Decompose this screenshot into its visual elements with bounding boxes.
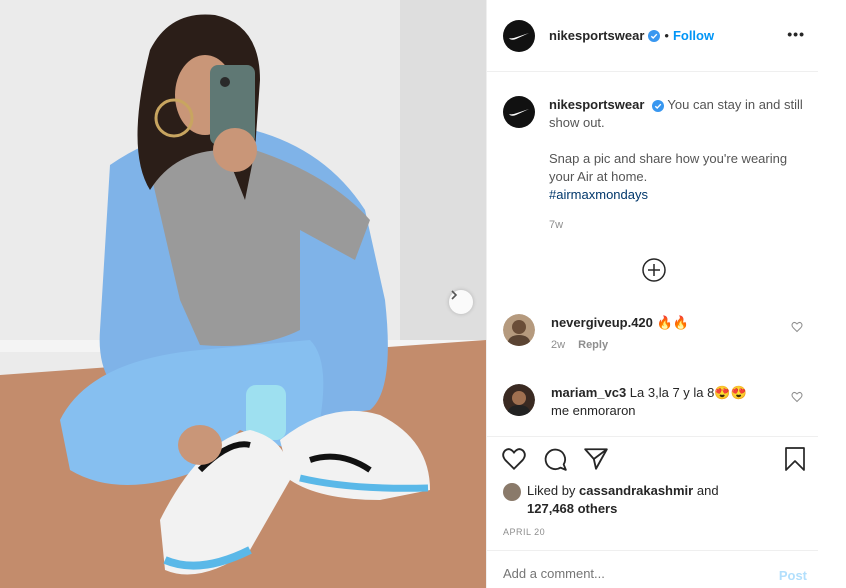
nike-logo-icon xyxy=(509,109,529,116)
likes-count[interactable]: 127,468 others xyxy=(527,501,617,516)
comment-icon[interactable] xyxy=(542,446,568,477)
post-date: APRIL 20 xyxy=(503,527,546,537)
load-more-comments-button[interactable] xyxy=(642,258,666,282)
add-circle-icon xyxy=(642,258,666,282)
comment-username[interactable]: mariam_vc3 xyxy=(551,385,626,400)
comment-avatar[interactable] xyxy=(503,314,535,346)
post-comment-button[interactable]: Post xyxy=(779,568,807,583)
account-username[interactable]: nikesportswear xyxy=(549,28,644,43)
more-options-icon[interactable]: ••• xyxy=(787,26,805,42)
caption-avatar[interactable] xyxy=(503,96,535,128)
bookmark-icon[interactable] xyxy=(783,446,807,477)
comment-username[interactable]: nevergiveup.420 xyxy=(551,315,653,330)
follow-button[interactable]: Follow xyxy=(673,28,714,43)
post-actions xyxy=(501,446,807,476)
likes-summary: Liked by cassandrakashmir and 127,468 ot… xyxy=(503,482,719,518)
comment-avatar[interactable] xyxy=(503,384,535,416)
share-icon[interactable] xyxy=(583,446,609,477)
like-comment-heart-icon[interactable] xyxy=(791,320,803,338)
hashtag-link[interactable]: #airmaxmondays xyxy=(549,186,803,204)
add-comment-input[interactable] xyxy=(503,566,743,581)
verified-badge-icon xyxy=(652,99,664,112)
comment-divider xyxy=(487,550,819,551)
reply-button[interactable]: Reply xyxy=(578,339,608,351)
comment-item: nevergiveup.420 🔥🔥 2w Reply xyxy=(503,314,803,354)
caption-age: 7w xyxy=(549,219,564,231)
post-details-panel: nikesportswear • Follow ••• nikesportswe… xyxy=(486,0,819,588)
actions-divider xyxy=(487,436,819,437)
page-margin xyxy=(818,0,846,588)
like-comment-heart-icon[interactable] xyxy=(791,390,803,408)
separator-dot: • xyxy=(664,28,669,43)
liked-by-and: and xyxy=(696,483,719,498)
caption-text: nikesportswear You can stay in and still… xyxy=(549,96,803,234)
comment-age: 2w xyxy=(551,339,566,351)
next-arrow-icon xyxy=(451,290,458,300)
account-avatar[interactable] xyxy=(503,19,535,52)
comment-item: mariam_vc3 La 3,la 7 y la 8😍😍 me enmorar… xyxy=(503,384,803,420)
liker-username[interactable]: cassandrakashmir xyxy=(579,483,693,498)
verified-badge-icon xyxy=(648,29,661,42)
post-photo[interactable] xyxy=(0,0,486,588)
nike-logo-icon xyxy=(509,32,529,40)
liked-by-prefix: Liked by xyxy=(527,483,576,498)
liker-avatar[interactable] xyxy=(503,483,521,501)
caption-line-2: Snap a pic and share how you're wearing … xyxy=(549,151,788,184)
caption-username[interactable]: nikesportswear xyxy=(549,97,644,112)
comment-text: 🔥🔥 xyxy=(656,315,689,330)
photo-illustration xyxy=(0,0,486,588)
caption: nikesportswear You can stay in and still… xyxy=(503,96,803,234)
post-header: nikesportswear • Follow ••• xyxy=(487,0,819,72)
next-photo-button[interactable] xyxy=(449,290,473,314)
heart-icon[interactable] xyxy=(501,446,527,477)
